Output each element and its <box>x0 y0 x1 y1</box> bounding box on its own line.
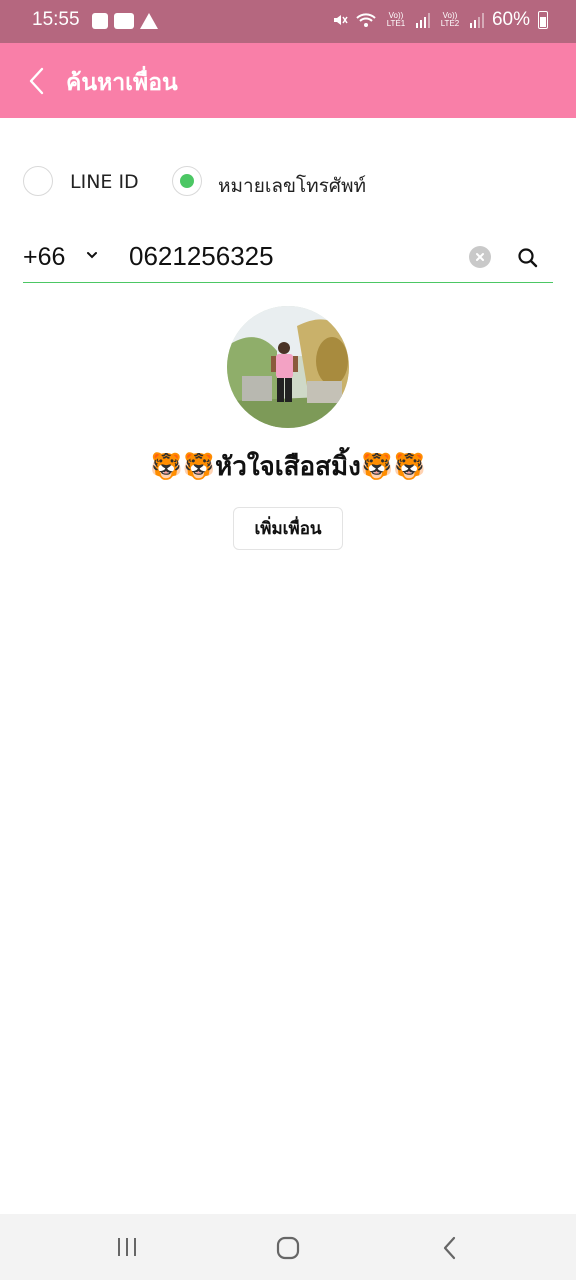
notification-icons <box>92 11 158 31</box>
avatar[interactable] <box>227 306 349 428</box>
phone-number-input[interactable] <box>129 241 449 272</box>
app-notification-icon <box>114 13 134 29</box>
signal1-icon <box>415 12 430 28</box>
clear-circle-icon[interactable] <box>469 246 491 268</box>
battery-icon <box>538 11 548 29</box>
lte2-label: Vo)) LTE2 <box>440 11 460 28</box>
home-icon[interactable] <box>276 1236 300 1260</box>
recent-apps-icon[interactable] <box>116 1236 138 1258</box>
signal2-icon <box>469 12 484 28</box>
phone-search-field: +66 <box>23 238 553 283</box>
photo-notification-icon <box>92 13 108 29</box>
status-bar: 15:55 Vo)) LTE1 Vo)) LTE2 60% <box>0 0 576 43</box>
lte1-label: Vo)) LTE1 <box>386 11 406 28</box>
chevron-down-icon[interactable] <box>85 248 99 262</box>
status-right: Vo)) LTE1 Vo)) LTE2 60% <box>332 9 548 31</box>
system-nav-bar <box>0 1214 576 1280</box>
battery-percent: 60% <box>491 9 530 30</box>
status-time: 15:55 <box>32 9 80 30</box>
wifi-icon <box>356 13 376 27</box>
radio-line-id[interactable] <box>23 166 53 196</box>
radio-phone-number[interactable] <box>172 166 202 196</box>
app-header: ค้นหาเพื่อน <box>0 43 576 118</box>
profile-name: 🐯🐯หัวใจเสือสมิ้ง🐯🐯 <box>150 452 426 482</box>
country-code-select[interactable]: +66 <box>23 243 65 272</box>
page-title: ค้นหาเพื่อน <box>66 70 178 96</box>
add-friend-button[interactable]: เพิ่มเพื่อน <box>233 507 343 550</box>
search-type-selector: LINE ID หมายเลขโทรศัพท์ <box>23 166 543 200</box>
mute-icon <box>333 15 348 25</box>
radio-line-id-label[interactable]: LINE ID <box>70 171 139 193</box>
warning-icon <box>140 13 158 29</box>
radio-selected-dot <box>180 174 194 188</box>
search-icon[interactable] <box>517 247 539 269</box>
radio-phone-number-label[interactable]: หมายเลขโทรศัพท์ <box>218 171 366 201</box>
back-icon[interactable] <box>440 1236 460 1260</box>
chevron-left-icon[interactable] <box>24 65 52 97</box>
